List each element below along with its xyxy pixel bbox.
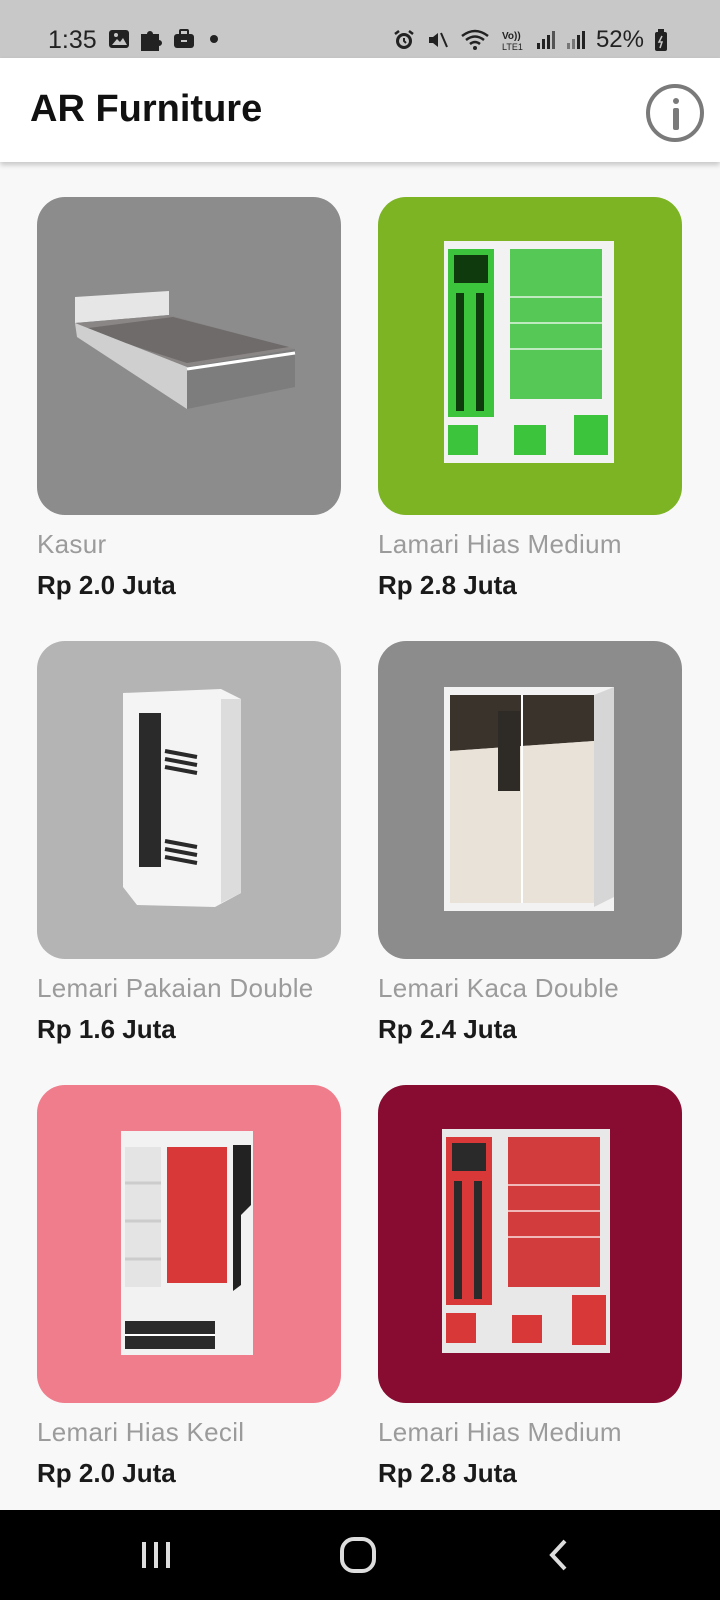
info-icon[interactable]	[646, 84, 704, 142]
signal-icon	[536, 31, 555, 49]
gallery-icon	[109, 30, 129, 48]
recents-icon[interactable]	[106, 1510, 206, 1600]
product-grid: Kasur Rp 2.0 Juta Lamari Hias Medium Rp …	[0, 162, 720, 1510]
cabinet-image	[37, 1085, 341, 1403]
volte-icon: Vo))LTE1	[502, 31, 523, 52]
product-name: Lemari Hias Kecil	[37, 1417, 245, 1447]
product-price: Rp 2.0 Juta	[37, 1458, 176, 1488]
wardrobe-image	[37, 641, 341, 959]
product-image	[37, 197, 341, 515]
product-price: Rp 2.0 Juta	[37, 570, 176, 600]
product-name: Lemari Kaca Double	[378, 973, 619, 1003]
wifi-icon	[461, 29, 489, 50]
alarm-icon	[394, 30, 414, 49]
product-card[interactable]: Lemari Pakaian Double Rp 1.6 Juta	[37, 641, 341, 1045]
briefcase-icon	[174, 29, 194, 48]
app-title: AR Furniture	[30, 88, 263, 130]
product-price: Rp 2.8 Juta	[378, 1458, 517, 1488]
svg-text:Vo)): Vo))	[502, 31, 521, 42]
home-icon[interactable]	[308, 1510, 408, 1600]
navigation-bar	[0, 1510, 720, 1600]
cabinet-image	[378, 1085, 682, 1403]
status-bar: 1:35 Vo)) LTE1 52%	[0, 0, 720, 58]
product-image	[37, 641, 341, 959]
dot-icon	[210, 35, 218, 43]
product-card[interactable]: Lamari Hias Medium Rp 2.8 Juta	[378, 197, 682, 601]
product-name: Lamari Hias Medium	[378, 529, 622, 559]
battery-icon	[655, 29, 667, 51]
product-image	[378, 641, 682, 959]
cabinet-image	[378, 197, 682, 515]
system-icons: Vo)) LTE1 52%	[392, 26, 668, 54]
product-price: Rp 2.8 Juta	[378, 570, 517, 600]
product-name: Kasur	[37, 529, 107, 559]
product-card[interactable]: Lemari Kaca Double Rp 2.4 Juta	[378, 641, 682, 1045]
signal-icon	[566, 31, 585, 49]
product-price: Rp 2.4 Juta	[378, 1014, 517, 1044]
product-price: Rp 1.6 Juta	[37, 1014, 176, 1044]
product-card[interactable]: Kasur Rp 2.0 Juta	[37, 197, 341, 601]
product-name: Lemari Hias Medium	[378, 1417, 622, 1447]
status-time: 1:35	[48, 26, 97, 54]
product-image	[37, 1085, 341, 1403]
glass-wardrobe-image	[378, 641, 682, 959]
notification-icons	[108, 26, 224, 52]
product-image	[378, 1085, 682, 1403]
product-card[interactable]: Lemari Hias Medium Rp 2.8 Juta	[378, 1085, 682, 1489]
mute-icon	[428, 32, 448, 48]
back-icon[interactable]	[509, 1510, 609, 1600]
product-name: Lemari Pakaian Double	[37, 973, 314, 1003]
product-card[interactable]: Lemari Hias Kecil Rp 2.0 Juta	[37, 1085, 341, 1489]
bed-image	[37, 197, 341, 515]
puzzle-icon	[141, 31, 162, 51]
battery-percent: 52%	[595, 26, 644, 53]
svg-text:LTE1: LTE1	[502, 42, 523, 52]
app-bar: AR Furniture	[0, 58, 720, 162]
product-image	[378, 197, 682, 515]
